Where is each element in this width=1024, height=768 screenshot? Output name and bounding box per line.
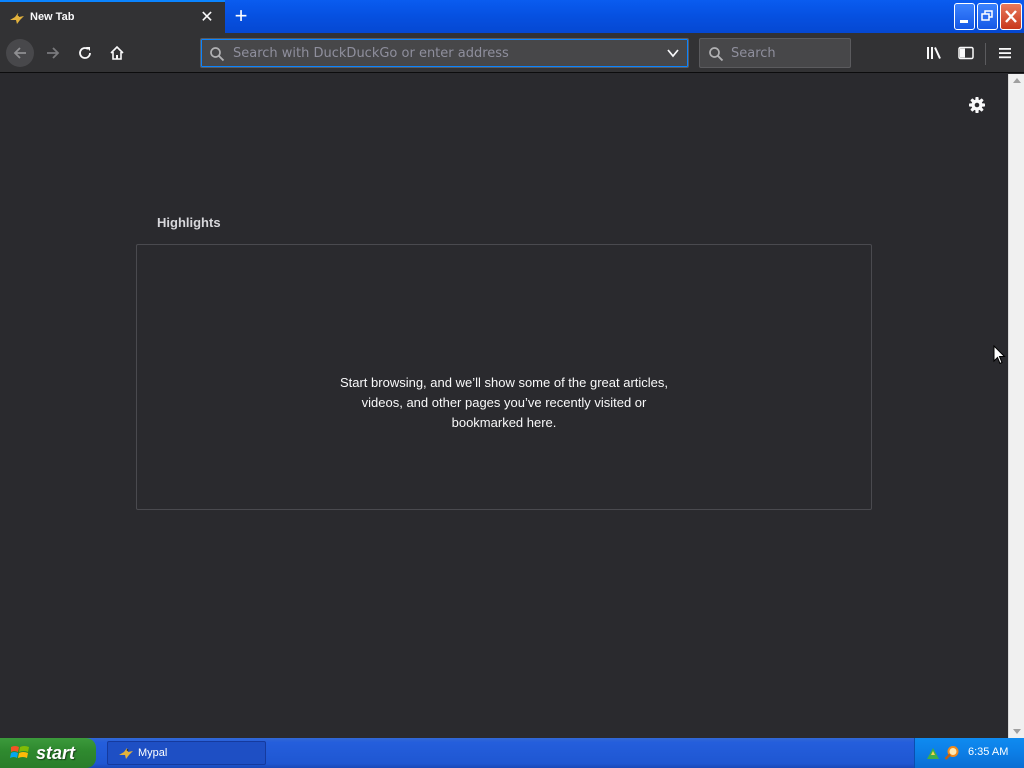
taskbar-item-label: Mypal: [138, 747, 168, 759]
mouse-pointer-icon: [993, 345, 1006, 365]
network-icon[interactable]: [925, 745, 941, 761]
taskbar-item-mypal[interactable]: Mypal: [107, 741, 266, 765]
search-tray-icon[interactable]: [944, 745, 960, 761]
restore-window-button[interactable]: [977, 3, 998, 30]
library-icon: [927, 47, 941, 59]
scroll-down-arrow-icon[interactable]: [1013, 729, 1021, 734]
gear-icon[interactable]: [966, 94, 988, 116]
home-icon: [110, 45, 124, 60]
minimize-icon: [960, 20, 968, 23]
close-window-button[interactable]: [1000, 3, 1022, 30]
reload-button[interactable]: [71, 39, 99, 67]
highlights-section-title[interactable]: Highlights: [157, 215, 221, 230]
toolbar-separator: [985, 43, 986, 65]
highlights-empty-message: Start browsing, and we’ll show some of t…: [137, 373, 871, 433]
back-button[interactable]: [6, 39, 34, 67]
restore-icon: [981, 10, 993, 21]
close-tab-icon[interactable]: ✕: [198, 9, 216, 27]
system-tray: 6:35 AM: [914, 738, 1024, 768]
close-icon: [1005, 10, 1017, 23]
menu-button[interactable]: [991, 39, 1019, 67]
windows-flag-icon: [10, 746, 29, 758]
url-bar[interactable]: [200, 38, 689, 68]
hamburger-menu-icon: [999, 48, 1011, 59]
navigation-toolbar: [0, 33, 1024, 73]
taskbar-clock: 6:35 AM: [968, 746, 1009, 758]
mypal-bird-icon: [119, 748, 133, 759]
sidebar-icon: [958, 46, 974, 60]
tab-title: New Tab: [30, 11, 75, 23]
taskbar: start Mypal 6:35 AM: [0, 738, 1024, 768]
arrow-right-icon: [47, 47, 60, 59]
search-input[interactable]: [731, 44, 846, 63]
library-button[interactable]: [920, 39, 948, 67]
sidebar-toggle-button[interactable]: [952, 39, 980, 67]
tab-strip: New Tab ✕ +: [0, 0, 1024, 33]
new-tab-plus-icon[interactable]: +: [228, 4, 254, 30]
url-input[interactable]: [233, 44, 653, 63]
search-bar[interactable]: [699, 38, 851, 68]
forward-button[interactable]: [39, 39, 67, 67]
highlights-empty-state: Start browsing, and we’ll show some of t…: [136, 244, 872, 510]
start-label: start: [36, 742, 76, 763]
chevron-down-icon[interactable]: [666, 47, 680, 59]
empty-message-line: Start browsing, and we’ll show some of t…: [339, 375, 669, 390]
minimize-window-button[interactable]: [954, 3, 975, 30]
empty-message-line: videos, and other pages you’ve recently …: [361, 395, 647, 410]
vertical-scrollbar[interactable]: [1008, 74, 1024, 738]
new-tab-page: Highlights Start browsing, and we’ll sho…: [0, 74, 1008, 738]
start-button[interactable]: start: [0, 738, 96, 768]
home-button[interactable]: [103, 39, 131, 67]
search-icon: [210, 47, 225, 62]
search-icon: [709, 47, 724, 62]
arrow-left-icon: [13, 47, 26, 59]
reload-icon: [79, 47, 91, 59]
tab-new-tab[interactable]: New Tab ✕: [0, 0, 225, 33]
mypal-bird-icon: [10, 13, 24, 24]
empty-message-line: bookmarked here.: [451, 415, 557, 430]
scroll-up-arrow-icon[interactable]: [1013, 78, 1021, 83]
